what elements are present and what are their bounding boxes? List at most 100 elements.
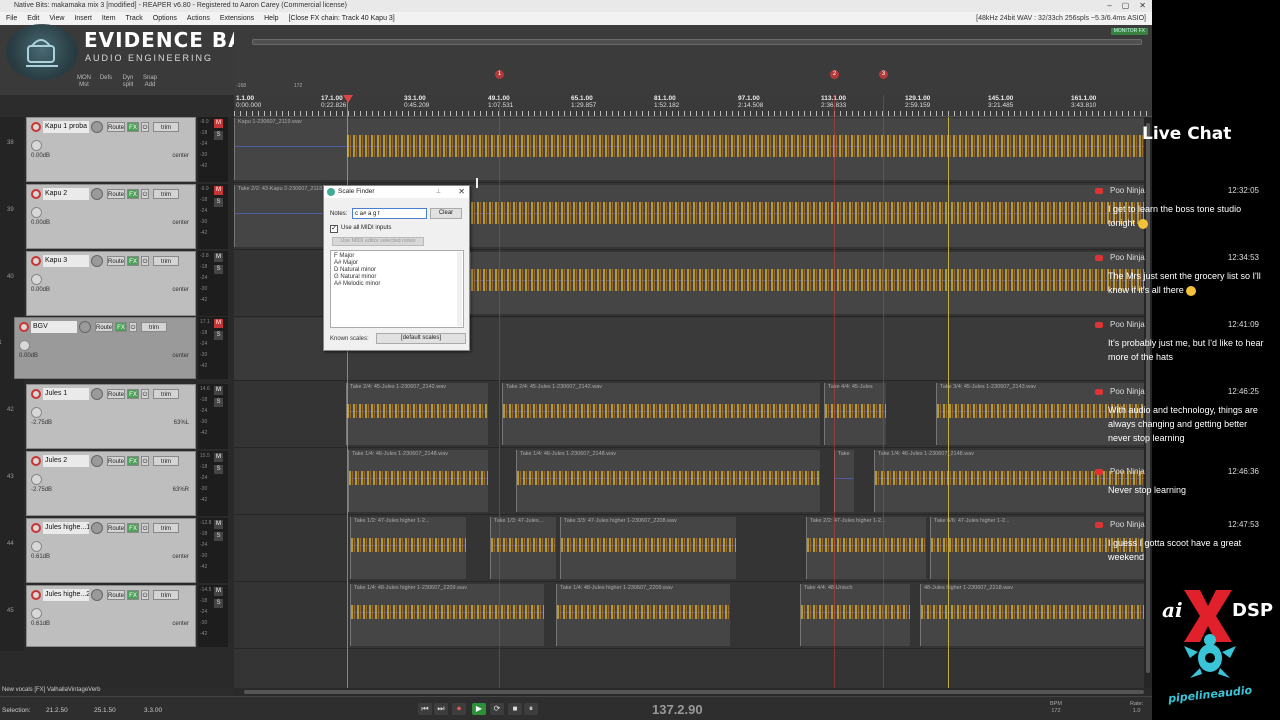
mute-button[interactable]: M (214, 186, 223, 195)
media-item[interactable]: Take 2/2: 47-Jules higher 1-2... (806, 517, 926, 579)
fx-bypass-button[interactable]: ⏻ (141, 189, 149, 199)
record-arm-icon[interactable] (19, 322, 29, 332)
list-item[interactable]: A# Major (334, 260, 460, 267)
track-header[interactable]: Jules 1 Route FX ⏻ trim -2.75dB 63%L 42 (7, 384, 196, 449)
list-item[interactable]: A# Melodic minor (334, 281, 460, 288)
media-item[interactable]: 48-Jules higher 1-230607_2218.wav (920, 584, 1144, 646)
pause-button[interactable]: ⏸ (524, 703, 538, 715)
volume-knob[interactable] (91, 522, 103, 534)
time-display[interactable]: 137.2.90 (652, 702, 703, 717)
repeat-button[interactable]: ⟳ (490, 703, 504, 715)
media-item[interactable]: Take 1/2: 47-Jules higher 1-2... (350, 517, 466, 579)
mute-button[interactable]: M (214, 319, 223, 328)
track-name[interactable]: Kapu 1 proba (43, 121, 89, 133)
track-header[interactable]: Kapu 3 Route FX ⏻ trim 0.00dB center 40 (7, 251, 196, 316)
close-button[interactable]: ✕ (1139, 0, 1146, 12)
trim-button[interactable]: trim (141, 322, 167, 332)
track-panel-empty-area[interactable] (0, 651, 234, 688)
solo-button[interactable]: S (214, 265, 223, 274)
media-item[interactable] (470, 252, 1144, 314)
marker-1[interactable]: 1 (495, 70, 504, 79)
fx-bypass-button[interactable]: ⏻ (141, 523, 149, 533)
monitor-fx-button[interactable]: MONITOR FX (1110, 28, 1148, 35)
media-item[interactable]: Take 3/3: 47-Jules higher 1-230607_2208.… (560, 517, 736, 579)
media-item[interactable]: Take 1/4: 46-Jules 1-230607_2148.wav (348, 450, 488, 512)
mute-button[interactable]: M (214, 587, 223, 596)
media-item[interactable]: Take 2/4: 45-Jules 1-230607_2142.wav (502, 383, 820, 445)
mute-button[interactable]: M (214, 453, 223, 462)
route-button[interactable]: Route (107, 456, 125, 466)
track-header[interactable]: Jules 2 Route FX ⏻ trim -2.75dB 63%R 43 (7, 451, 196, 516)
track-name[interactable]: Jules 1 (43, 388, 89, 400)
solo-button[interactable]: S (214, 331, 223, 340)
menu-track[interactable]: Track (126, 12, 143, 25)
solo-button[interactable]: S (214, 465, 223, 474)
maximize-button[interactable]: ▢ (1122, 0, 1130, 12)
marker-3[interactable]: 3 (879, 70, 888, 79)
minimize-button[interactable]: – (1107, 0, 1111, 12)
fx-bypass-button[interactable]: ⏻ (141, 590, 149, 600)
pan-knob[interactable] (31, 274, 42, 285)
play-cursor[interactable] (347, 95, 348, 688)
route-button[interactable]: Route (107, 590, 125, 600)
list-scrollbar[interactable] (457, 252, 462, 326)
solo-button[interactable]: S (214, 398, 223, 407)
stop-button[interactable]: ■ (508, 703, 522, 715)
record-arm-icon[interactable] (31, 456, 41, 466)
trim-button[interactable]: trim (153, 256, 179, 266)
volume-knob[interactable] (91, 188, 103, 200)
track-name[interactable]: Jules 2 (43, 455, 89, 467)
media-item[interactable]: Take (834, 450, 854, 512)
mute-button[interactable]: M (214, 386, 223, 395)
fx-bypass-button[interactable]: ⏻ (141, 256, 149, 266)
fx-button[interactable]: FX (115, 322, 127, 332)
use-midi-checkbox[interactable]: ✓ (330, 225, 338, 233)
menu-help[interactable]: Help (264, 12, 278, 25)
mute-button[interactable]: M (214, 253, 223, 262)
track-name[interactable]: Kapu 3 (43, 255, 89, 267)
list-item[interactable]: D Natural minor (334, 267, 460, 274)
fx-bypass-button[interactable]: ⏻ (141, 456, 149, 466)
menu-extensions[interactable]: Extensions (220, 12, 254, 25)
record-arm-icon[interactable] (31, 523, 41, 533)
known-scales-dropdown[interactable]: [default scales] (376, 333, 466, 344)
go-to-start-button[interactable]: ⏮ (418, 703, 432, 715)
marker-2[interactable]: 2 (830, 70, 839, 79)
dialog-titlebar[interactable]: Scale Finder ⊥ ✕ (324, 186, 469, 198)
trim-button[interactable]: trim (153, 456, 179, 466)
trim-button[interactable]: trim (153, 389, 179, 399)
fx-bypass-button[interactable]: ⏻ (141, 389, 149, 399)
scale-results-list[interactable]: F Major A# Major D Natural minor G Natur… (330, 250, 464, 328)
solo-button[interactable]: S (214, 532, 223, 541)
go-to-end-button[interactable]: ⏭ (434, 703, 448, 715)
timeline-ruler[interactable]: 1.1.00 0:00.000 17.1.00 0:22.826 33.1.00 0:… (234, 95, 1152, 117)
record-arm-icon[interactable] (31, 122, 41, 132)
solo-button[interactable]: S (214, 599, 223, 608)
notes-input[interactable] (352, 208, 427, 219)
menu-item[interactable]: Item (102, 12, 116, 25)
media-item[interactable]: Take 1/4: 48-Jules higher 1-230607_2209.… (556, 584, 730, 646)
toolbar-mon-mst-button[interactable]: MON Mst (76, 75, 92, 89)
route-button[interactable]: Route (107, 256, 125, 266)
volume-knob[interactable] (91, 589, 103, 601)
media-item[interactable]: Take 2/4: 45-Jules 1-230607_2142.wav (346, 383, 488, 445)
volume-knob[interactable] (91, 121, 103, 133)
volume-knob[interactable] (91, 255, 103, 267)
solo-button[interactable]: S (214, 198, 223, 207)
selection-end[interactable]: 25.1.50 (94, 707, 116, 714)
trim-button[interactable]: trim (153, 590, 179, 600)
mute-button[interactable]: M (214, 520, 223, 529)
selection-length[interactable]: 3.3.00 (144, 707, 162, 714)
fx-button[interactable]: FX (127, 456, 139, 466)
media-item[interactable]: Take 4/4: 48-Unisch (800, 584, 910, 646)
pan-knob[interactable] (19, 340, 30, 351)
record-arm-icon[interactable] (31, 590, 41, 600)
menu-close-fx-chain[interactable]: [Close FX chain: Track 40 Kapu 3] (289, 12, 395, 25)
track-header[interactable]: Jules highe...1 Route FX ⏻ trim 0.61dB center 4… (7, 518, 196, 583)
volume-knob[interactable] (79, 321, 91, 333)
track-name[interactable]: Jules highe...1 (43, 522, 89, 534)
media-item[interactable]: Kapu 1-230607_2119.wav (234, 118, 1144, 180)
fx-button[interactable]: FX (127, 256, 139, 266)
solo-button[interactable]: S (214, 131, 223, 140)
clear-button[interactable]: Clear (430, 208, 462, 219)
